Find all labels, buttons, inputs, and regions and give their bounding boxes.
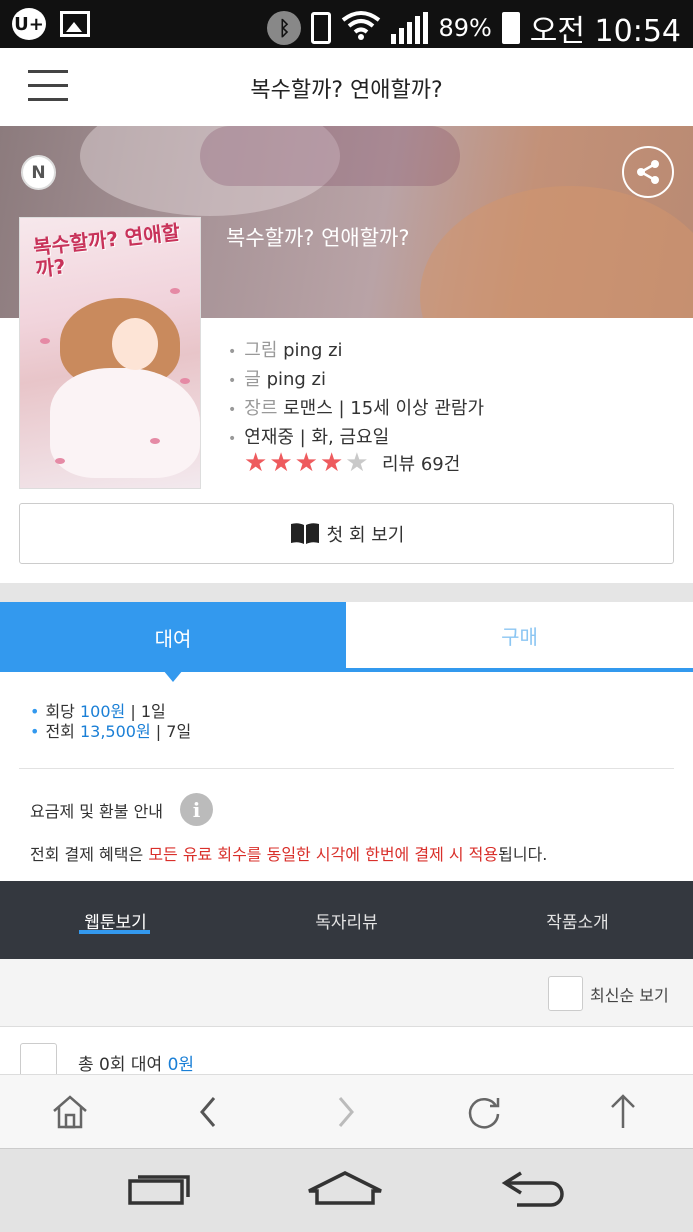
art-row: • 그림 ping zi <box>228 340 343 361</box>
cover-image[interactable]: 복수할까? 연애할까? <box>19 217 201 489</box>
latest-order-label[interactable]: 최신순 보기 <box>590 982 669 1006</box>
all-price: 13,500원 <box>79 722 151 741</box>
active-tab-pointer <box>163 670 183 682</box>
first-episode-label: 첫 회 보기 <box>326 524 405 546</box>
schedule-value: 연재중 | 화, 금요일 <box>244 427 390 448</box>
battery-icon <box>501 12 520 44</box>
system-back-icon[interactable] <box>495 1165 575 1213</box>
benefit-notice: 전회 결제 혜택은 모든 유료 회수를 동일한 시각에 한번에 결제 시 적용됩… <box>30 841 547 865</box>
vibrate-icon <box>311 12 332 44</box>
cover-title: 복수할까? 연애할까? <box>32 220 182 282</box>
total-amount: 0원 <box>167 1055 195 1075</box>
tab-buy[interactable]: 구매 <box>346 602 693 672</box>
app-header: 복수할까? 연애할까? <box>0 48 693 126</box>
rating-stars: ★ ★ ★ ★ ★ <box>244 450 369 476</box>
star-filled-icon: ★ <box>294 448 318 478</box>
star-filled-icon: ★ <box>269 448 293 478</box>
benefit-suffix: 됩니다. <box>498 845 548 864</box>
first-episode-button[interactable]: 첫 회 보기 <box>19 503 674 564</box>
latest-order-checkbox[interactable] <box>548 976 583 1011</box>
signal-icon <box>391 12 429 44</box>
story-value: ping zi <box>266 369 326 390</box>
benefit-highlight: 모든 유료 회수를 동일한 시각에 한번에 결제 시 적용 <box>148 845 499 864</box>
content-tabs: 웹툰보기 독자리뷰 작품소개 <box>0 881 693 959</box>
back-icon[interactable] <box>186 1090 230 1134</box>
refund-info-label: 요금제 및 환불 안내 <box>30 802 164 821</box>
uplus-icon: U+ <box>12 8 46 40</box>
total-prefix: 총 0회 대여 <box>78 1055 168 1075</box>
wifi-icon <box>341 10 381 46</box>
star-filled-icon: ★ <box>319 448 344 478</box>
genre-row: • 장르 로맨스 | 15세 이상 관람가 <box>228 398 485 419</box>
star-filled-icon: ★ <box>244 448 268 478</box>
all-label: 전회 <box>45 722 75 741</box>
new-badge: N <box>21 155 56 190</box>
art-label: 그림 <box>244 340 278 361</box>
bluetooth-icon: ᛒ <box>267 11 302 45</box>
all-episodes-price-row: • 전회 13,500원 | 7일 <box>30 722 192 741</box>
forward-icon[interactable] <box>324 1090 368 1134</box>
tab-reviews[interactable]: 독자리뷰 <box>231 881 462 959</box>
recent-apps-icon[interactable] <box>119 1165 199 1213</box>
section-divider <box>0 583 693 602</box>
home-icon[interactable] <box>48 1090 92 1134</box>
genre-value: 로맨스 | 15세 이상 관람가 <box>283 398 485 419</box>
system-home-icon[interactable] <box>305 1165 385 1213</box>
genre-label: 장르 <box>244 398 278 419</box>
star-empty-icon: ★ <box>345 448 369 478</box>
schedule-row: • 연재중 | 화, 금요일 <box>228 427 390 448</box>
tab-webtoon[interactable]: 웹툰보기 <box>0 881 231 959</box>
info-icon[interactable]: i <box>180 793 213 826</box>
book-icon <box>290 522 319 544</box>
refresh-icon[interactable] <box>462 1090 506 1134</box>
total-rental-summary: 총 0회 대여 0원 <box>78 1050 194 1075</box>
clock: 오전 10:54 <box>529 14 681 49</box>
tab-rent[interactable]: 대여 <box>0 602 346 672</box>
story-row: • 글 ping zi <box>228 369 326 390</box>
page-title: 복수할까? 연애할까? <box>250 78 443 103</box>
review-count[interactable]: 리뷰 69건 <box>382 450 460 476</box>
benefit-prefix: 전회 결제 혜택은 <box>30 845 149 864</box>
scroll-top-icon[interactable] <box>601 1090 645 1134</box>
share-button[interactable] <box>622 146 674 198</box>
story-label: 글 <box>244 369 261 390</box>
divider <box>19 768 674 769</box>
battery-percent: 89% <box>438 14 492 42</box>
art-value: ping zi <box>283 340 343 361</box>
status-bar: U+ ᛒ 89% 오전 10:54 <box>0 0 693 49</box>
image-icon <box>60 11 90 37</box>
work-title: 복수할까? 연애할까? <box>226 226 410 250</box>
active-tab-indicator <box>79 930 150 934</box>
all-period: | 7일 <box>155 722 192 741</box>
share-icon <box>637 160 659 184</box>
tab-introduction[interactable]: 작품소개 <box>462 881 693 959</box>
